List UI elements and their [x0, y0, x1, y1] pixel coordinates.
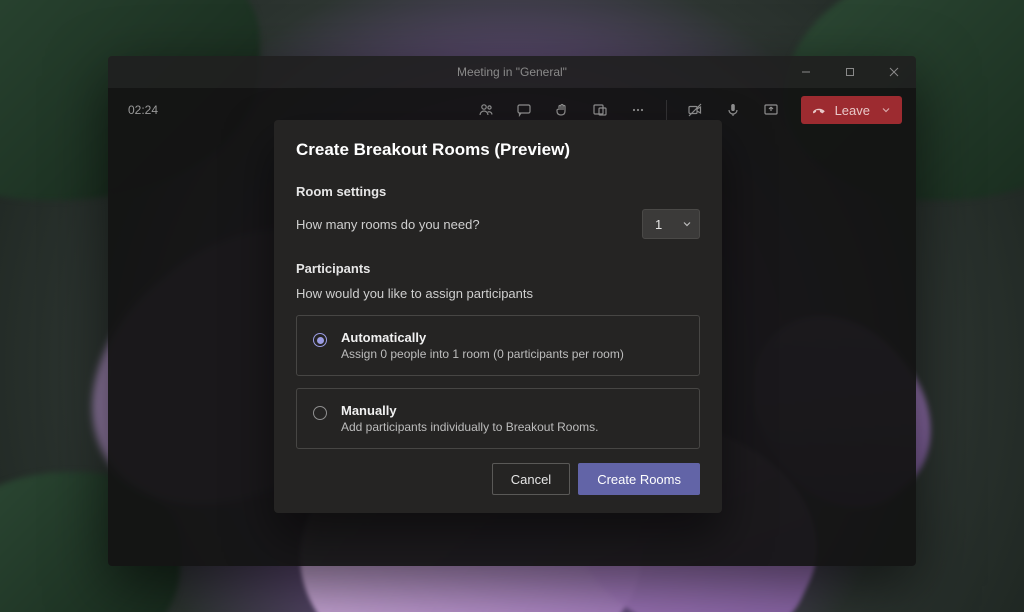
option-manual-title: Manually — [341, 403, 598, 418]
create-rooms-label: Create Rooms — [597, 472, 681, 487]
option-auto-desc: Assign 0 people into 1 room (0 participa… — [341, 347, 624, 361]
toolbar-separator — [666, 100, 667, 120]
leave-button[interactable]: Leave — [801, 96, 902, 124]
leave-label: Leave — [835, 103, 870, 118]
assign-question: How would you like to assign participant… — [296, 286, 700, 301]
window-titlebar: Meeting in "General" — [108, 56, 916, 88]
option-manually[interactable]: Manually Add participants individually t… — [296, 388, 700, 449]
window-minimize-button[interactable] — [784, 56, 828, 88]
dialog-title: Create Breakout Rooms (Preview) — [296, 140, 700, 160]
option-auto-title: Automatically — [341, 330, 624, 345]
cancel-label: Cancel — [511, 472, 551, 487]
meeting-timer: 02:24 — [128, 103, 158, 117]
window-close-button[interactable] — [872, 56, 916, 88]
room-settings-heading: Room settings — [296, 184, 700, 199]
option-automatically[interactable]: Automatically Assign 0 people into 1 roo… — [296, 315, 700, 376]
room-count-value: 1 — [655, 217, 662, 232]
room-count-question: How many rooms do you need? — [296, 217, 480, 232]
radio-automatically[interactable] — [313, 333, 327, 347]
radio-manually[interactable] — [313, 406, 327, 420]
window-controls — [784, 56, 916, 88]
participants-heading: Participants — [296, 261, 700, 276]
share-screen-icon[interactable] — [757, 96, 785, 124]
chevron-down-icon — [882, 106, 890, 114]
window-maximize-button[interactable] — [828, 56, 872, 88]
chevron-down-icon — [683, 220, 691, 228]
room-count-select[interactable]: 1 — [642, 209, 700, 239]
option-manual-desc: Add participants individually to Breakou… — [341, 420, 598, 434]
microphone-icon[interactable] — [719, 96, 747, 124]
cancel-button[interactable]: Cancel — [492, 463, 570, 495]
create-rooms-button[interactable]: Create Rooms — [578, 463, 700, 495]
window-title: Meeting in "General" — [457, 65, 567, 79]
meeting-window: Meeting in "General" 02:24 — [108, 56, 916, 566]
create-breakout-rooms-dialog: Create Breakout Rooms (Preview) Room set… — [274, 120, 722, 513]
hangup-icon — [811, 102, 827, 118]
